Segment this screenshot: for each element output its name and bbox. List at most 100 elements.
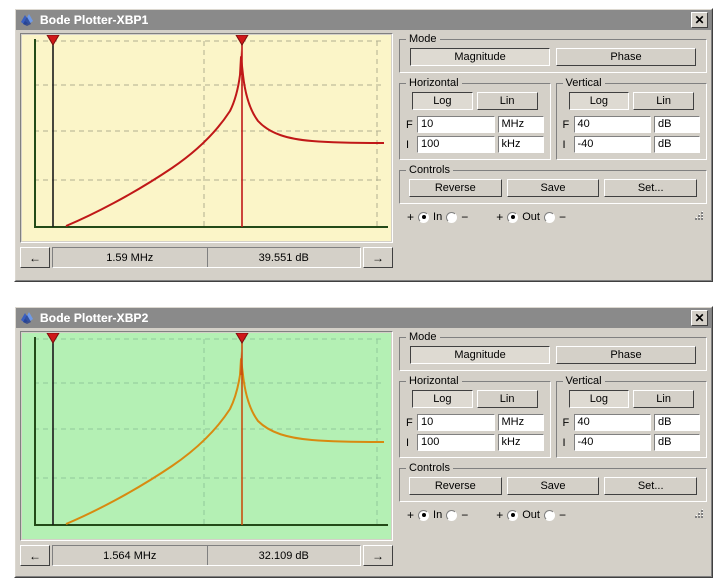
reverse-button[interactable]: Reverse	[409, 179, 502, 197]
horizontal-final-unit[interactable]: MHz	[498, 116, 544, 133]
horizontal-log-button[interactable]: Log	[412, 390, 473, 408]
in-minus-radio[interactable]	[446, 510, 457, 521]
horizontal-final-row: F 10 MHz	[406, 414, 544, 431]
in-minus-radio[interactable]	[446, 212, 457, 223]
window-1-body: ← 1.59 MHz 39.551 dB → Mode Magnitude Ph…	[16, 30, 711, 270]
vertical-legend: Vertical	[563, 375, 605, 387]
out-minus-label: −	[559, 509, 566, 521]
set-button[interactable]: Set...	[604, 179, 697, 197]
horizontal-initial-row: I 100 kHz	[406, 136, 544, 153]
out-label: Out	[522, 211, 540, 223]
horizontal-initial-unit[interactable]: kHz	[498, 434, 544, 451]
resize-grip-icon[interactable]	[691, 507, 705, 521]
readout-frequency: 1.59 MHz	[53, 248, 207, 267]
cursor-prev-button[interactable]: ←	[20, 247, 50, 268]
controls-group: Controls Reverse Save Set...	[399, 462, 707, 502]
window-2-control-panel: Mode Magnitude Phase Horizontal Log Lin …	[393, 331, 707, 566]
mode-group: Mode Magnitude Phase	[399, 331, 707, 371]
save-button[interactable]: Save	[507, 477, 600, 495]
controls-legend: Controls	[406, 164, 453, 176]
save-button[interactable]: Save	[507, 179, 600, 197]
readout-frequency: 1.564 MHz	[53, 546, 207, 565]
readout-bar-2: ← 1.564 MHz 32.109 dB →	[20, 545, 393, 566]
in-minus-label: −	[461, 509, 468, 521]
vertical-initial-label: I	[563, 437, 574, 449]
out-plus-label: +	[496, 211, 503, 223]
horizontal-final-input[interactable]: 10	[417, 414, 495, 431]
horizontal-legend: Horizontal	[406, 375, 462, 387]
out-plus-radio[interactable]	[507, 510, 518, 521]
horizontal-final-unit[interactable]: MHz	[498, 414, 544, 431]
bode-plot-1[interactable]	[22, 35, 391, 241]
horizontal-initial-input[interactable]: 100	[417, 434, 495, 451]
vertical-initial-row: I -40 dB	[563, 136, 701, 153]
window-1-control-panel: Mode Magnitude Phase Horizontal Log Lin …	[393, 33, 707, 268]
cursor-next-button[interactable]: →	[363, 247, 393, 268]
vertical-lin-button[interactable]: Lin	[633, 390, 694, 408]
vertical-final-unit[interactable]: dB	[654, 116, 700, 133]
horizontal-lin-button[interactable]: Lin	[477, 92, 538, 110]
bode-plotter-window-2: Bode Plotter-XBP2 ✕	[14, 306, 713, 578]
readout-fields-1: 1.59 MHz 39.551 dB	[52, 247, 361, 268]
horizontal-lin-button[interactable]: Lin	[477, 390, 538, 408]
out-minus-label: −	[559, 211, 566, 223]
phase-button[interactable]: Phase	[556, 48, 696, 66]
window-2-body: ← 1.564 MHz 32.109 dB → Mode Magnitude P…	[16, 328, 711, 568]
set-button[interactable]: Set...	[604, 477, 697, 495]
magnitude-button[interactable]: Magnitude	[410, 346, 550, 364]
vertical-initial-label: I	[563, 139, 574, 151]
vertical-final-input[interactable]: 40	[574, 414, 652, 431]
window-2-graph-column: ← 1.564 MHz 32.109 dB →	[20, 331, 393, 566]
vertical-initial-input[interactable]: -40	[574, 434, 652, 451]
bode-plotter-icon	[20, 311, 35, 325]
horizontal-initial-label: I	[406, 139, 417, 151]
horizontal-final-input[interactable]: 10	[417, 116, 495, 133]
in-terminal-group: + In −	[407, 509, 468, 521]
window-1-frame: Bode Plotter-XBP1 ✕	[15, 9, 712, 281]
horizontal-scale-buttons: Log Lin	[406, 92, 544, 113]
resize-grip-icon[interactable]	[691, 209, 705, 223]
bode-plotter-icon	[20, 13, 35, 27]
readout-magnitude: 32.109 dB	[207, 546, 361, 565]
vertical-final-input[interactable]: 40	[574, 116, 652, 133]
horizontal-initial-input[interactable]: 100	[417, 136, 495, 153]
close-button[interactable]: ✕	[691, 12, 708, 28]
vertical-final-unit[interactable]: dB	[654, 414, 700, 431]
out-minus-radio[interactable]	[544, 212, 555, 223]
horizontal-legend: Horizontal	[406, 77, 462, 89]
cursor-prev-button[interactable]: ←	[20, 545, 50, 566]
vertical-initial-unit[interactable]: dB	[654, 434, 700, 451]
window-2-titlebar[interactable]: Bode Plotter-XBP2 ✕	[16, 308, 711, 328]
horizontal-scale-buttons: Log Lin	[406, 390, 544, 411]
close-button[interactable]: ✕	[691, 310, 708, 326]
vertical-log-button[interactable]: Log	[569, 390, 630, 408]
out-minus-radio[interactable]	[544, 510, 555, 521]
window-1-title: Bode Plotter-XBP1	[40, 13, 691, 27]
reverse-button[interactable]: Reverse	[409, 477, 502, 495]
vertical-initial-input[interactable]: -40	[574, 136, 652, 153]
in-plus-radio[interactable]	[418, 212, 429, 223]
in-plus-label: +	[407, 211, 414, 223]
mode-legend: Mode	[406, 331, 440, 343]
controls-legend: Controls	[406, 462, 453, 474]
controls-group: Controls Reverse Save Set...	[399, 164, 707, 204]
io-terminal-bar: + In − + Out −	[399, 208, 707, 223]
vertical-initial-unit[interactable]: dB	[654, 136, 700, 153]
phase-button[interactable]: Phase	[556, 346, 696, 364]
horizontal-initial-unit[interactable]: kHz	[498, 136, 544, 153]
vertical-log-button[interactable]: Log	[569, 92, 630, 110]
cursor-next-button[interactable]: →	[363, 545, 393, 566]
bode-plot-2[interactable]	[22, 333, 391, 539]
in-label: In	[433, 211, 442, 223]
in-plus-radio[interactable]	[418, 510, 429, 521]
scale-groups: Horizontal Log Lin F 10 MHz I 100 kHz	[399, 375, 707, 462]
mode-legend: Mode	[406, 33, 440, 45]
in-plus-label: +	[407, 509, 414, 521]
mode-group: Mode Magnitude Phase	[399, 33, 707, 73]
out-plus-radio[interactable]	[507, 212, 518, 223]
window-1-titlebar[interactable]: Bode Plotter-XBP1 ✕	[16, 10, 711, 30]
vertical-lin-button[interactable]: Lin	[633, 92, 694, 110]
controls-buttons: Reverse Save Set...	[406, 179, 700, 197]
horizontal-log-button[interactable]: Log	[412, 92, 473, 110]
magnitude-button[interactable]: Magnitude	[410, 48, 550, 66]
